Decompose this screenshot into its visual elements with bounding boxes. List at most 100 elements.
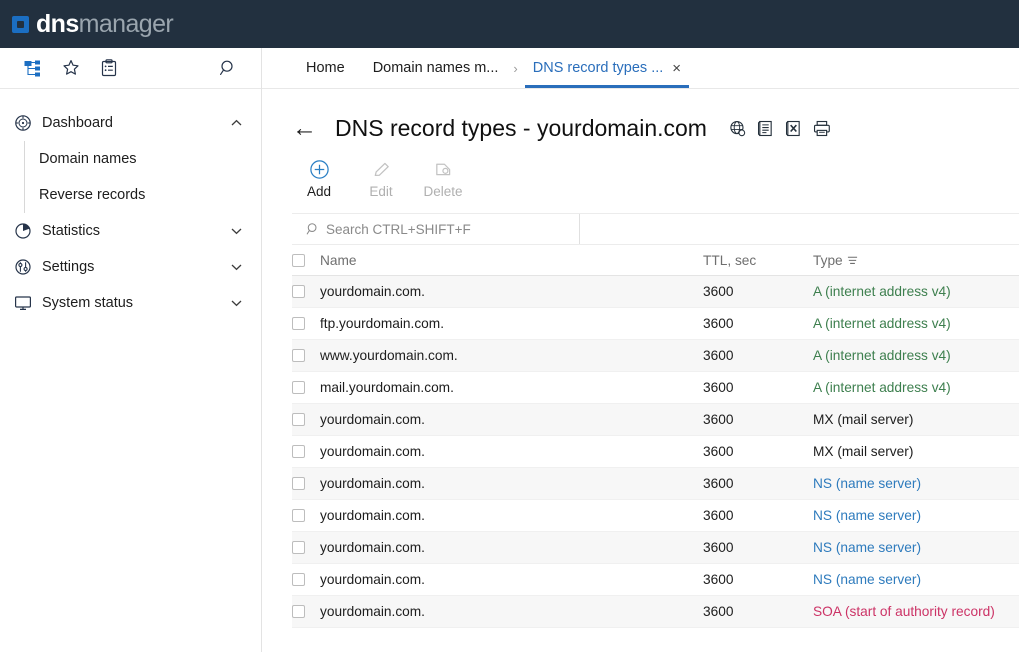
star-icon[interactable] <box>52 53 90 83</box>
select-all-checkbox[interactable] <box>292 253 305 267</box>
sidebar-item-settings[interactable]: Settings <box>0 249 261 285</box>
table-row[interactable]: yourdomain.com. 3600 NS (name server) <box>292 468 1019 500</box>
hierarchy-icon[interactable] <box>14 53 52 83</box>
sidebar-subitem-label: Reverse records <box>39 187 146 203</box>
tab-label: Domain names m... <box>372 60 499 76</box>
cell-ttl: 3600 <box>703 380 734 395</box>
cell-name: mail.yourdomain.com. <box>320 380 454 395</box>
row-checkbox[interactable] <box>292 605 305 618</box>
sidebar-item-statistics[interactable]: Statistics <box>0 213 261 249</box>
cell-ttl: 3600 <box>703 476 734 491</box>
row-checkbox-cell <box>292 317 320 330</box>
row-checkbox-cell <box>292 509 320 522</box>
row-checkbox[interactable] <box>292 413 305 426</box>
table-row[interactable]: yourdomain.com. 3600 SOA (start of authori… <box>292 596 1019 628</box>
table-row[interactable]: ftp.yourdomain.com. 3600 A (internet addre… <box>292 308 1019 340</box>
cell-ttl: 3600 <box>703 508 734 523</box>
page-action-icons <box>729 120 831 137</box>
sidebar-item-label: Statistics <box>42 223 101 239</box>
sidebar-item-label: System status <box>42 295 134 311</box>
logo-text-primary: dns <box>36 9 79 38</box>
row-checkbox[interactable] <box>292 573 305 586</box>
cell-type: NS (name server) <box>813 508 922 523</box>
tab-label: DNS record types ... <box>532 60 664 76</box>
chevron-down-icon <box>229 299 243 307</box>
row-checkbox[interactable] <box>292 381 305 394</box>
sidebar-item-system-status[interactable]: System status <box>0 285 261 321</box>
close-icon[interactable]: × <box>672 61 681 76</box>
add-button[interactable]: Add <box>292 156 346 199</box>
search-icon <box>306 222 320 236</box>
row-checkbox-cell <box>292 285 320 298</box>
cell-ttl: 3600 <box>703 540 734 555</box>
globe-web-icon[interactable] <box>729 120 746 137</box>
row-checkbox[interactable] <box>292 477 305 490</box>
row-checkbox[interactable] <box>292 285 305 298</box>
print-icon[interactable] <box>813 120 831 137</box>
cell-name: yourdomain.com. <box>320 444 425 459</box>
table-row[interactable]: yourdomain.com. 3600 NS (name server) <box>292 500 1019 532</box>
table-row[interactable]: yourdomain.com. 3600 MX (mail server) <box>292 404 1019 436</box>
edit-button[interactable]: Edit <box>354 156 408 199</box>
report-document-icon[interactable] <box>757 120 774 137</box>
row-checkbox[interactable] <box>292 509 305 522</box>
body-container: Dashboard Domain names Reverse records S… <box>0 48 1019 652</box>
table-row[interactable]: yourdomain.com. 3600 NS (name server) <box>292 532 1019 564</box>
table-row[interactable]: www.yourdomain.com. 3600 A (internet addre… <box>292 340 1019 372</box>
logo-text-secondary: manager <box>78 9 174 38</box>
search-icon[interactable] <box>209 53 247 83</box>
tab-dns-record-types[interactable]: DNS record types ... × <box>519 48 695 88</box>
sidebar-toolbar <box>0 48 261 89</box>
cell-ttl: 3600 <box>703 412 734 427</box>
tab-domain-names-management[interactable]: Domain names m... <box>359 48 513 88</box>
sidebar-item-domain-names[interactable]: Domain names <box>25 141 261 177</box>
sidebar-item-dashboard[interactable]: Dashboard <box>0 105 261 141</box>
row-checkbox[interactable] <box>292 445 305 458</box>
table-row[interactable]: mail.yourdomain.com. 3600 A (internet addr… <box>292 372 1019 404</box>
app-header: dnsmanager <box>0 0 1019 48</box>
sidebar-item-reverse-records[interactable]: Reverse records <box>25 177 261 213</box>
search-row: Search CTRL+SHIFT+F <box>292 213 1019 245</box>
dashboard-icon <box>14 114 42 132</box>
app-logo[interactable]: dnsmanager <box>36 9 174 38</box>
cell-type: MX (mail server) <box>813 412 914 427</box>
back-arrow-icon[interactable]: ← <box>292 116 317 141</box>
table-row[interactable]: yourdomain.com. 3600 A (internet address v… <box>292 276 1019 308</box>
monitor-icon <box>14 294 42 312</box>
row-checkbox[interactable] <box>292 317 305 330</box>
cell-name: yourdomain.com. <box>320 508 425 523</box>
table-row[interactable]: yourdomain.com. 3600 MX (mail server) <box>292 436 1019 468</box>
cell-name: www.yourdomain.com. <box>320 348 458 363</box>
sidebar-item-label: Settings <box>42 259 95 275</box>
sort-lines-icon[interactable] <box>847 255 858 266</box>
delete-button[interactable]: Delete <box>416 156 470 199</box>
sliders-icon <box>14 258 42 276</box>
cell-type: A (internet address v4) <box>813 316 951 331</box>
cell-ttl: 3600 <box>703 284 734 299</box>
tab-bar: Home Domain names m... › DNS record type… <box>262 48 1019 89</box>
sidebar-subitem-label: Domain names <box>39 151 137 167</box>
row-checkbox[interactable] <box>292 541 305 554</box>
clipboard-icon[interactable] <box>90 53 128 83</box>
cell-type: A (internet address v4) <box>813 348 951 363</box>
column-header-name[interactable]: Name <box>320 253 703 268</box>
row-checkbox-cell <box>292 445 320 458</box>
column-header-type-label: Type <box>813 252 843 268</box>
table-row[interactable]: yourdomain.com. 3600 NS (name server) <box>292 564 1019 596</box>
cell-type: A (internet address v4) <box>813 284 951 299</box>
row-checkbox[interactable] <box>292 349 305 362</box>
tab-home[interactable]: Home <box>292 48 359 88</box>
chevron-down-icon <box>229 263 243 271</box>
column-header-ttl[interactable]: TTL, sec <box>703 253 813 268</box>
search-input[interactable]: Search CTRL+SHIFT+F <box>292 214 580 244</box>
main-content: Home Domain names m... › DNS record type… <box>262 48 1019 652</box>
row-checkbox-cell <box>292 477 320 490</box>
action-toolbar: Add Edit Delete <box>262 142 1019 199</box>
excel-export-icon[interactable] <box>785 120 802 137</box>
delete-icon <box>433 156 454 182</box>
cell-name: yourdomain.com. <box>320 284 425 299</box>
cell-type: NS (name server) <box>813 572 922 587</box>
cell-ttl: 3600 <box>703 444 734 459</box>
sidebar-subnav-dashboard: Domain names Reverse records <box>24 141 261 213</box>
column-header-type[interactable]: Type <box>813 253 1019 268</box>
